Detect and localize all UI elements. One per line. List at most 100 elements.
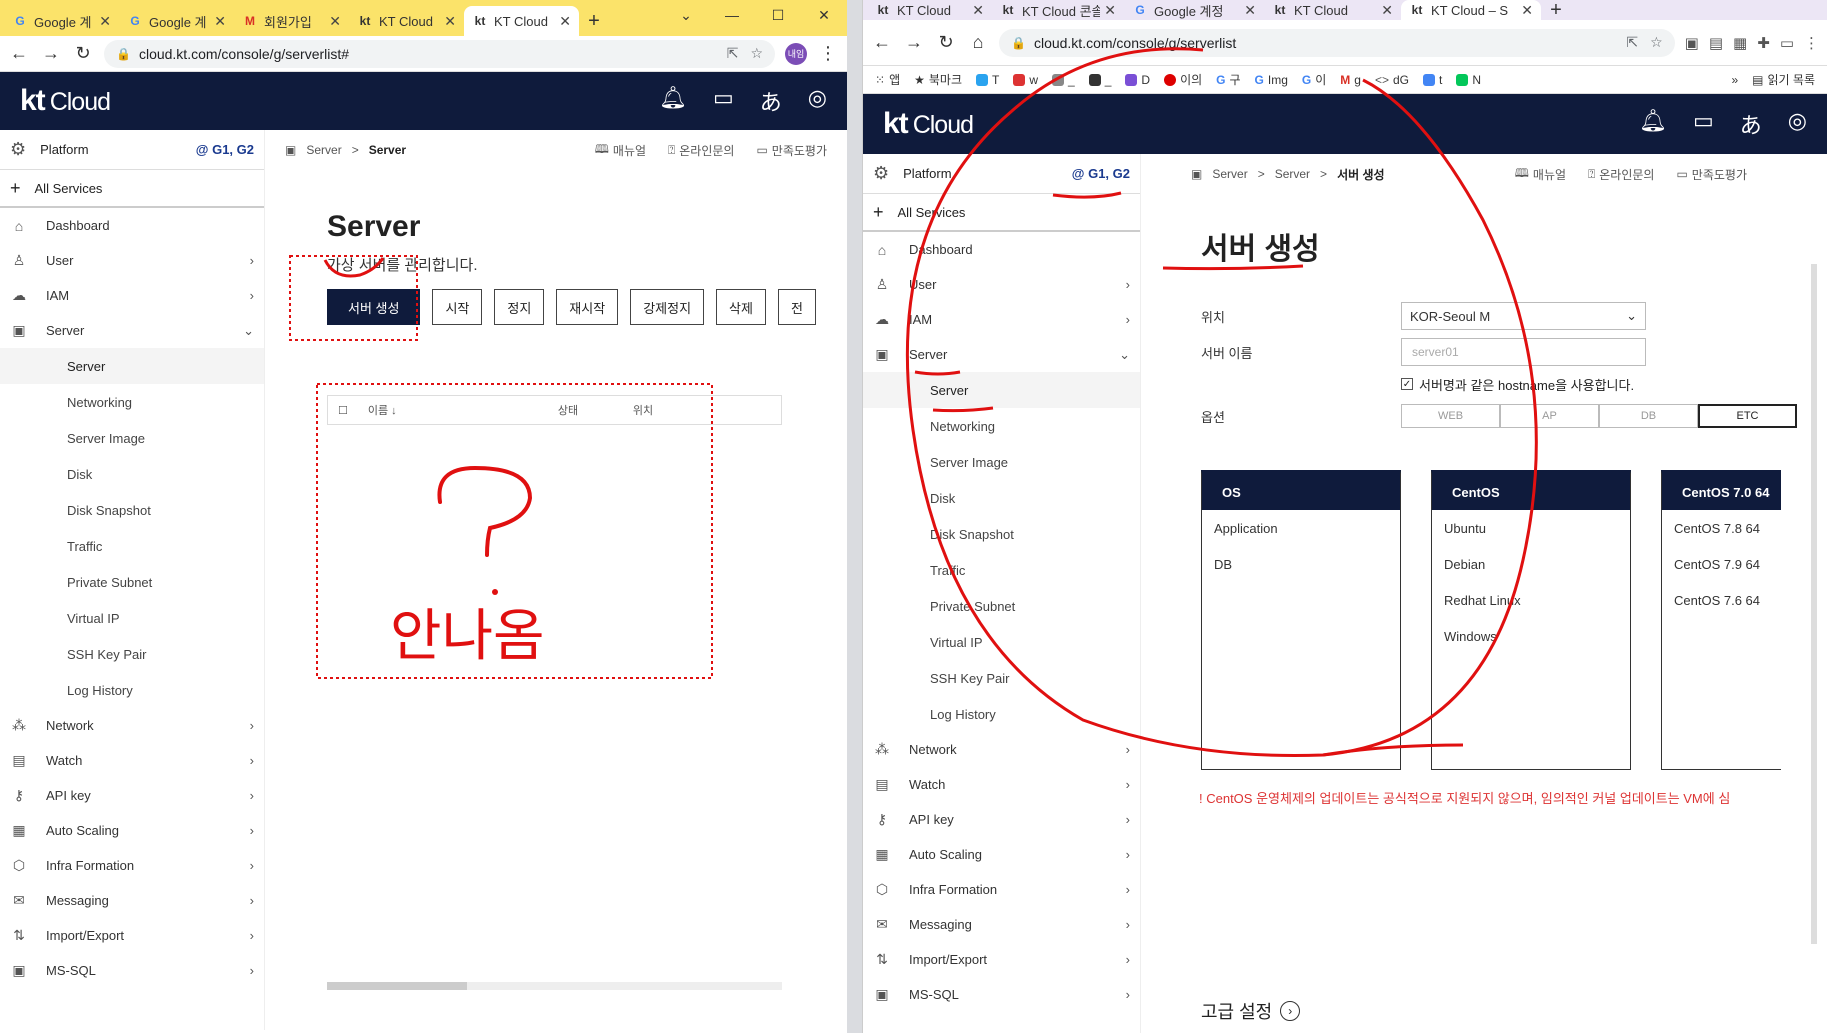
os-type-item[interactable]: Application <box>1202 510 1400 546</box>
sidebar-item-api-key[interactable]: ⚷ API key › <box>863 802 1140 837</box>
sidebar-item-dashboard[interactable]: ⌂ Dashboard <box>0 208 264 243</box>
sidebar-item-watch[interactable]: ▤ Watch › <box>0 743 264 778</box>
sidebar-item-auto-scaling[interactable]: ▦ Auto Scaling › <box>0 813 264 848</box>
close-icon[interactable]: ✕ <box>1521 2 1533 19</box>
tab-search-icon[interactable]: ⌄ <box>663 0 709 30</box>
sidebar-item-ms-sql[interactable]: ▣ MS-SQL › <box>863 977 1140 1012</box>
inquiry-link[interactable]: ⍰ 온라인문의 <box>668 140 734 161</box>
tab-google-1[interactable]: G Google 계 ✕ <box>4 6 119 36</box>
select-all-checkbox[interactable]: ☐ <box>328 404 358 417</box>
sidebar-item-network[interactable]: ⁂ Network › <box>863 732 1140 767</box>
more-button[interactable]: 전 <box>777 289 816 325</box>
sidebar-item-dashboard[interactable]: ⌂ Dashboard <box>863 232 1140 267</box>
close-window-button[interactable]: ✕ <box>801 0 847 30</box>
hostname-checkbox[interactable]: ✓ <box>1401 378 1413 390</box>
tab-ktcloud-1[interactable]: kt KT Cloud ✕ <box>349 6 464 36</box>
breadcrumb-item[interactable]: Server <box>1275 167 1310 181</box>
tab-ktcloud-console[interactable]: kt KT Cloud 콘솔 ✕ <box>992 0 1124 20</box>
sidebar-sub-log-history[interactable]: Log History <box>0 672 264 708</box>
option-etc[interactable]: ETC <box>1698 404 1797 428</box>
card-icon[interactable]: ▭ <box>713 85 734 117</box>
hostname-checkbox-row[interactable]: ✓ 서버명과 같은 hostname을 사용합니다. <box>1401 370 1827 398</box>
close-icon[interactable]: ✕ <box>1244 2 1256 19</box>
sidebar-sub-server-image[interactable]: Server Image <box>0 420 264 456</box>
tab-google-account[interactable]: G Google 계정 ✕ <box>1124 0 1264 20</box>
new-tab-button[interactable]: + <box>579 6 609 36</box>
inquiry-link[interactable]: ⍰ 온라인문의 <box>1588 164 1654 185</box>
bookmark-item[interactable]: _ <box>1088 73 1111 87</box>
tab-ktcloud-active[interactable]: kt KT Cloud ✕ <box>464 6 579 36</box>
close-icon[interactable]: ✕ <box>972 2 984 19</box>
extension-icon[interactable]: ▭ <box>1780 34 1794 52</box>
bookmark-folder[interactable]: ★ 북마크 <box>914 71 962 88</box>
share-icon[interactable]: ⇱ <box>1626 34 1638 51</box>
version-item[interactable]: CentOS 7.9 64 <box>1662 546 1781 582</box>
bookmark-item[interactable]: w <box>1013 73 1038 87</box>
kt-cloud-logo[interactable]: kt Cloud <box>20 84 111 118</box>
sidebar-item-api-key[interactable]: ⚷ API key › <box>0 778 264 813</box>
version-item[interactable]: CentOS 7.6 64 <box>1662 582 1781 618</box>
bookmark-item[interactable]: _ <box>1052 73 1075 87</box>
reload-icon[interactable]: ↻ <box>72 43 94 64</box>
breadcrumb-parent[interactable]: Server <box>306 143 341 157</box>
survey-link[interactable]: ▭ 만족도평가 <box>756 140 827 161</box>
horizontal-scrollbar[interactable] <box>327 982 782 990</box>
maximize-button[interactable]: ☐ <box>755 0 801 30</box>
bookmark-item[interactable]: D <box>1125 73 1150 87</box>
sidebar-sub-virtual-ip[interactable]: Virtual IP <box>0 600 264 636</box>
user-circle-icon[interactable]: ◎ <box>1788 108 1807 140</box>
tab-google-2[interactable]: G Google 계 ✕ <box>119 6 234 36</box>
tab-ktcloud-1[interactable]: kt KT Cloud ✕ <box>867 0 992 20</box>
extension-icon[interactable]: ▣ <box>1685 34 1699 52</box>
sidebar-sub-traffic[interactable]: Traffic <box>0 528 264 564</box>
restart-button[interactable]: 재시작 <box>556 289 619 325</box>
forward-icon[interactable]: → <box>40 43 62 64</box>
stop-button[interactable]: 정지 <box>494 289 545 325</box>
bookmark-item[interactable]: t <box>1423 73 1442 87</box>
force-stop-button[interactable]: 강제정지 <box>630 289 705 325</box>
bookmark-item[interactable]: N <box>1456 73 1481 87</box>
url-field[interactable]: 🔒 cloud.kt.com/console/g/serverlist# ⇱ ☆ <box>104 39 775 68</box>
sidebar-item-infra-formation[interactable]: ⬡ Infra Formation › <box>0 848 264 883</box>
version-item[interactable]: CentOS 7.8 64 <box>1662 510 1781 546</box>
sidebar-sub-disk[interactable]: Disk <box>863 480 1140 516</box>
sidebar-sub-networking[interactable]: Networking <box>863 408 1140 444</box>
bookmark-item[interactable]: T <box>976 73 999 87</box>
puzzle-icon[interactable]: ✚ <box>1757 34 1770 52</box>
option-db[interactable]: DB <box>1599 404 1698 428</box>
os-type-item[interactable]: DB <box>1202 546 1400 582</box>
option-ap[interactable]: AP <box>1500 404 1599 428</box>
home-icon[interactable]: ⌂ <box>967 32 989 53</box>
sidebar-sub-log-history[interactable]: Log History <box>863 696 1140 732</box>
platform-selector[interactable]: ⚙ Platform @ G1, G2 <box>863 154 1140 194</box>
sidebar-item-import-export[interactable]: ⇅ Import/Export › <box>0 918 264 953</box>
sidebar-item-iam[interactable]: ☁ IAM › <box>0 278 264 313</box>
sidebar-sub-private-subnet[interactable]: Private Subnet <box>863 588 1140 624</box>
close-icon[interactable]: ✕ <box>1381 2 1393 19</box>
sidebar-sub-ssh-key-pair[interactable]: SSH Key Pair <box>863 660 1140 696</box>
sidebar-sub-private-subnet[interactable]: Private Subnet <box>0 564 264 600</box>
sidebar-item-server[interactable]: ▣ Server ⌄ <box>0 313 264 348</box>
menu-icon[interactable]: ⋮ <box>817 43 839 64</box>
kt-cloud-logo[interactable]: kt Cloud <box>883 107 974 141</box>
crx-icon[interactable]: ▦ <box>1733 34 1747 52</box>
delete-button[interactable]: 삭제 <box>716 289 766 325</box>
distribution-selected[interactable]: CentOS <box>1432 474 1630 510</box>
sidebar-sub-server-image[interactable]: Server Image <box>863 444 1140 480</box>
sidebar-item-auto-scaling[interactable]: ▦ Auto Scaling › <box>863 837 1140 872</box>
sidebar-item-infra-formation[interactable]: ⬡ Infra Formation › <box>863 872 1140 907</box>
bell-icon[interactable]: 🔔︎ <box>1639 108 1667 140</box>
breadcrumb-item[interactable]: Server <box>1212 167 1247 181</box>
sidebar-item-server[interactable]: ▣ Server ⌄ <box>863 337 1140 372</box>
translate-icon[interactable]: あ <box>760 85 782 117</box>
card-icon[interactable]: ▭ <box>1693 108 1714 140</box>
bookmark-item[interactable]: G구 <box>1216 71 1240 88</box>
create-server-button[interactable]: 서버 생성 <box>327 289 421 325</box>
close-icon[interactable]: ✕ <box>329 13 341 30</box>
distribution-item[interactable]: Debian <box>1432 546 1630 582</box>
distribution-item[interactable]: Redhat Linux <box>1432 582 1630 618</box>
bookmark-star-icon[interactable]: ☆ <box>1650 34 1663 51</box>
new-tab-button[interactable]: + <box>1541 0 1571 21</box>
manual-link[interactable]: 🕮 매뉴얼 <box>1515 164 1566 185</box>
reload-icon[interactable]: ↻ <box>935 32 957 53</box>
